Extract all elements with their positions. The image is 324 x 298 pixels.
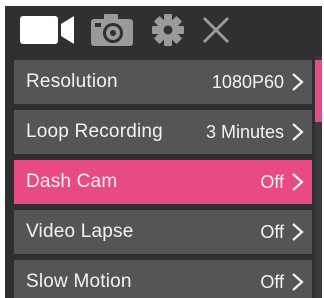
menu-item-label: Slow Motion (26, 271, 132, 292)
menu-item-label: Resolution (26, 71, 118, 92)
photo-camera-icon[interactable] (88, 6, 136, 53)
menu-item-video-lapse[interactable]: Video Lapse Off (14, 210, 312, 254)
menu-item-label: Video Lapse (26, 221, 134, 242)
menu-item-value: Off (260, 271, 284, 292)
settings-menu: Resolution 1080P60 Loop Recording 3 Minu… (14, 60, 312, 298)
menu-item-value: 3 Minutes (205, 121, 284, 142)
camera-settings-screen: Resolution 1080P60 Loop Recording 3 Minu… (5, 6, 322, 298)
gear-icon[interactable] (147, 6, 189, 53)
chevron-right-icon (292, 173, 304, 191)
menu-item-dash-cam[interactable]: Dash Cam Off (14, 160, 312, 204)
chevron-right-icon (292, 123, 304, 141)
menu-item-label: Dash Cam (26, 171, 118, 192)
menu-item-value: 1080P60 (211, 71, 284, 92)
scrollbar-thumb[interactable] (315, 60, 322, 122)
chevron-right-icon (292, 73, 304, 91)
menu-item-value: Off (260, 221, 284, 242)
video-camera-icon[interactable] (18, 6, 76, 53)
menu-item-loop-recording[interactable]: Loop Recording 3 Minutes (14, 110, 312, 154)
chevron-right-icon (292, 223, 304, 241)
menu-item-label: Loop Recording (26, 121, 163, 142)
menu-item-resolution[interactable]: Resolution 1080P60 (14, 60, 312, 104)
scrollbar[interactable] (315, 56, 322, 298)
mode-tab-bar (5, 6, 322, 53)
menu-item-value: Off (260, 171, 284, 192)
close-icon[interactable] (195, 6, 237, 53)
chevron-right-icon (292, 273, 304, 291)
menu-item-slow-motion[interactable]: Slow Motion Off (14, 260, 312, 298)
